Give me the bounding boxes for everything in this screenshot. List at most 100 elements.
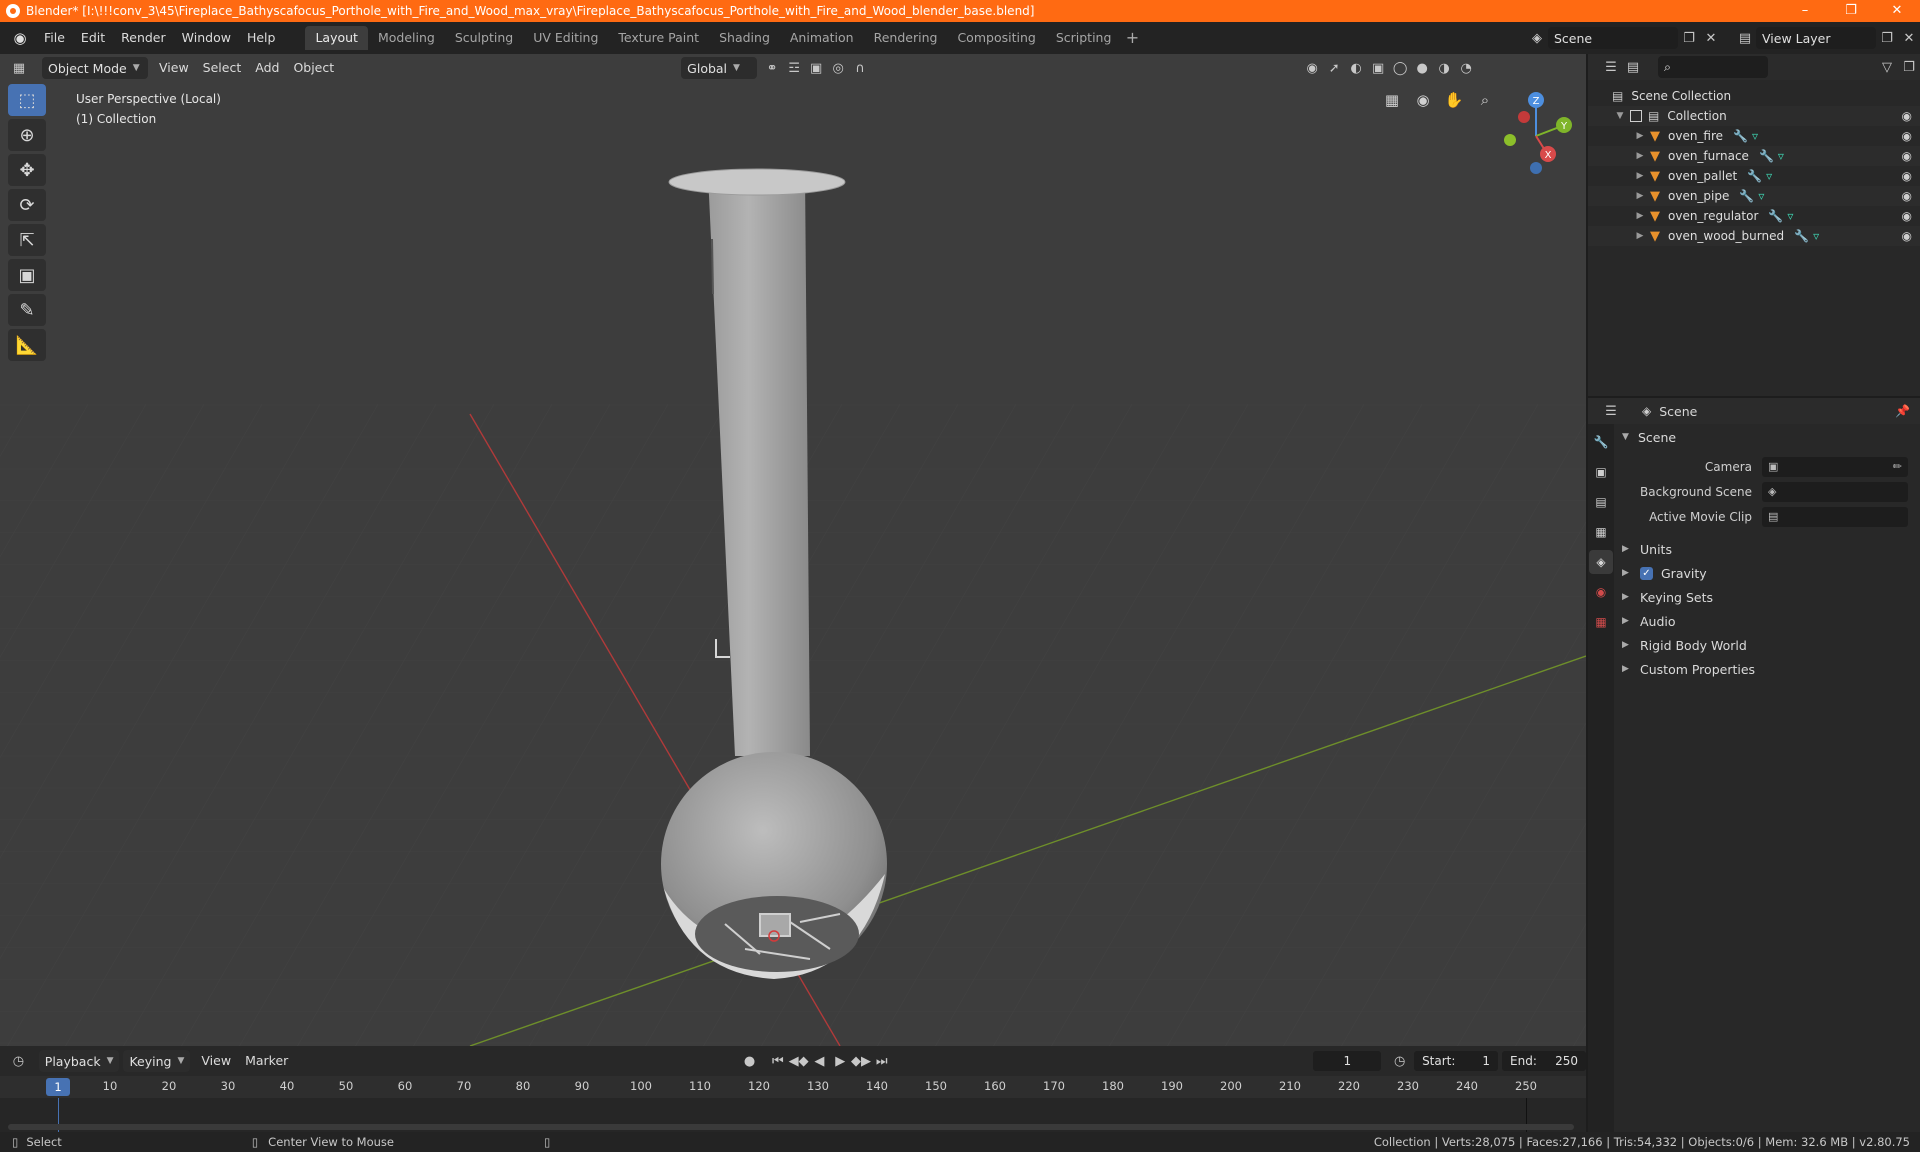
view-layer-field[interactable]: View Layer bbox=[1756, 27, 1876, 49]
rendered-shading-icon[interactable]: ◔ bbox=[1455, 57, 1477, 79]
units-panel-header[interactable]: ▶ Units bbox=[1616, 537, 1920, 561]
xray-icon[interactable]: ▣ bbox=[1367, 57, 1389, 79]
tab-scripting[interactable]: Scripting bbox=[1046, 26, 1122, 50]
eye-icon[interactable]: ◉ bbox=[1902, 169, 1912, 183]
prev-keyframe-icon[interactable]: ◀◆ bbox=[788, 1050, 809, 1072]
material-shading-icon[interactable]: ◑ bbox=[1433, 57, 1455, 79]
tab-modeling[interactable]: Modeling bbox=[368, 26, 445, 50]
output-tab-icon[interactable]: ▤ bbox=[1589, 490, 1613, 514]
eye-icon[interactable]: ◉ bbox=[1902, 129, 1912, 143]
timeline-editor-type-icon[interactable]: ◷ bbox=[8, 1050, 29, 1072]
next-keyframe-icon[interactable]: ◆▶ bbox=[851, 1050, 872, 1072]
grid-view-icon[interactable]: ▦ bbox=[1378, 86, 1406, 114]
properties-editor-type-icon[interactable]: ☰ bbox=[1600, 400, 1622, 422]
eye-icon[interactable]: ◉ bbox=[1902, 189, 1912, 203]
outliner-item[interactable]: ▶ ▼ oven_pallet 🔧 ▿ ◉ bbox=[1588, 166, 1920, 186]
filter-icon[interactable]: ▽ bbox=[1876, 56, 1898, 78]
3d-viewport[interactable]: ▦ Object Mode ▼ View Select Add Object Gl… bbox=[0, 54, 1586, 1046]
wireframe-shading-icon[interactable]: ◯ bbox=[1389, 57, 1411, 79]
jump-start-icon[interactable]: ⏮ bbox=[767, 1050, 788, 1072]
outliner-editor-type-icon[interactable]: ☰ bbox=[1600, 56, 1622, 78]
move-tool-icon[interactable]: ✥ bbox=[8, 154, 46, 186]
world-tab-icon[interactable]: ◉ bbox=[1589, 580, 1613, 604]
measure-tool-icon[interactable]: 📐 bbox=[8, 329, 46, 361]
timeline-menu-marker[interactable]: Marker bbox=[238, 1050, 295, 1072]
expand-arrow-icon[interactable]: ▶ bbox=[1634, 151, 1646, 161]
scene-selector-icon[interactable]: ◈ bbox=[1526, 27, 1548, 49]
start-frame-field[interactable]: Start: 1 bbox=[1414, 1051, 1499, 1071]
mesh-data-icon[interactable]: ▿ bbox=[1778, 149, 1784, 163]
scene-collection-row[interactable]: ▤ Scene Collection bbox=[1588, 86, 1920, 106]
rigid-body-world-panel-header[interactable]: ▶ Rigid Body World bbox=[1616, 633, 1920, 657]
mode-dropdown[interactable]: Object Mode ▼ bbox=[42, 57, 148, 79]
menu-edit[interactable]: Edit bbox=[73, 27, 113, 49]
visibility-icon[interactable]: ◉ bbox=[1301, 57, 1323, 79]
orientation-dropdown[interactable]: Global ▼ bbox=[681, 57, 758, 79]
expand-arrow-icon[interactable]: ▶ bbox=[1634, 211, 1646, 221]
snap-icon[interactable]: ☲ bbox=[783, 57, 805, 79]
display-mode-icon[interactable]: ▤ bbox=[1622, 56, 1644, 78]
expand-arrow-icon[interactable]: ▶ bbox=[1634, 131, 1646, 141]
close-button[interactable]: ✕ bbox=[1874, 0, 1920, 22]
falloff-icon[interactable]: ∩ bbox=[849, 57, 871, 79]
new-collection-icon[interactable]: ❐ bbox=[1898, 56, 1920, 78]
outliner-item[interactable]: ▶ ▼ oven_pipe 🔧 ▿ ◉ bbox=[1588, 186, 1920, 206]
tab-uv-editing[interactable]: UV Editing bbox=[523, 26, 608, 50]
scale-tool-icon[interactable]: ⇱ bbox=[8, 224, 46, 256]
menu-window[interactable]: Window bbox=[174, 27, 239, 49]
audio-panel-header[interactable]: ▶ Audio bbox=[1616, 609, 1920, 633]
keying-dropdown[interactable]: Keying ▼ bbox=[123, 1050, 191, 1072]
pin-icon[interactable]: 📌 bbox=[1895, 404, 1910, 418]
maximize-button[interactable]: ❐ bbox=[1828, 0, 1874, 22]
outliner-item[interactable]: ▶ ▼ oven_furnace 🔧 ▿ ◉ bbox=[1588, 146, 1920, 166]
scene-name-field[interactable]: Scene bbox=[1548, 27, 1678, 49]
background-scene-field[interactable]: ◈ bbox=[1762, 481, 1908, 502]
solid-shading-icon[interactable]: ● bbox=[1411, 57, 1433, 79]
modifier-wrench-icon[interactable]: 🔧 bbox=[1759, 149, 1774, 163]
viewport-menu-add[interactable]: Add bbox=[248, 57, 286, 79]
menu-render[interactable]: Render bbox=[113, 27, 174, 49]
viewport-menu-select[interactable]: Select bbox=[196, 57, 249, 79]
navigation-gizmo[interactable]: Z Y X bbox=[1494, 84, 1584, 184]
eye-icon[interactable]: ◉ bbox=[1902, 149, 1912, 163]
new-view-layer-icon[interactable]: ❐ bbox=[1876, 27, 1898, 49]
play-reverse-icon[interactable]: ◀ bbox=[809, 1050, 830, 1072]
keying-sets-panel-header[interactable]: ▶ Keying Sets bbox=[1616, 585, 1920, 609]
texture-tab-icon[interactable]: ▦ bbox=[1589, 610, 1613, 634]
eye-icon[interactable]: ◉ bbox=[1902, 109, 1912, 123]
cursor-tool-icon[interactable]: ⊕ bbox=[8, 119, 46, 151]
add-workspace-button[interactable]: + bbox=[1121, 27, 1143, 49]
current-frame-field[interactable]: 1 bbox=[1313, 1051, 1382, 1071]
gravity-panel-header[interactable]: ▶ ✓ Gravity bbox=[1616, 561, 1920, 585]
rotate-tool-icon[interactable]: ⟳ bbox=[8, 189, 46, 221]
tool-tab-icon[interactable]: 🔧 bbox=[1589, 430, 1613, 454]
transform-tool-icon[interactable]: ▣ bbox=[8, 259, 46, 291]
viewport-menu-object[interactable]: Object bbox=[286, 57, 341, 79]
record-icon[interactable]: ● bbox=[739, 1050, 760, 1072]
outliner-search-input[interactable]: ⌕ bbox=[1658, 56, 1768, 78]
pan-view-icon[interactable]: ✋ bbox=[1440, 86, 1468, 114]
menu-file[interactable]: File bbox=[36, 27, 73, 49]
blender-menu-icon[interactable]: ◉ bbox=[10, 28, 30, 48]
tab-rendering[interactable]: Rendering bbox=[864, 26, 948, 50]
custom-properties-panel-header[interactable]: ▶ Custom Properties bbox=[1616, 657, 1920, 681]
outliner-item[interactable]: ▶ ▼ oven_wood_burned 🔧 ▿ ◉ bbox=[1588, 226, 1920, 246]
modifier-wrench-icon[interactable]: 🔧 bbox=[1747, 169, 1762, 183]
scene-tab-icon[interactable]: ◈ bbox=[1589, 550, 1613, 574]
view-layer-icon[interactable]: ▤ bbox=[1734, 27, 1756, 49]
render-tab-icon[interactable]: ▣ bbox=[1589, 460, 1613, 484]
timeline-scrollbar[interactable] bbox=[8, 1124, 1574, 1130]
current-frame-indicator[interactable]: 1 bbox=[46, 1078, 70, 1096]
play-icon[interactable]: ▶ bbox=[830, 1050, 851, 1072]
outliner-item[interactable]: ▶ ▼ oven_fire 🔧 ▿ ◉ bbox=[1588, 126, 1920, 146]
outliner-item[interactable]: ▶ ▼ oven_regulator 🔧 ▿ ◉ bbox=[1588, 206, 1920, 226]
gizmo-toggle-icon[interactable]: ➚ bbox=[1323, 57, 1345, 79]
tab-shading[interactable]: Shading bbox=[709, 26, 780, 50]
modifier-wrench-icon[interactable]: 🔧 bbox=[1739, 189, 1754, 203]
expand-arrow-icon[interactable]: ▶ bbox=[1634, 171, 1646, 181]
eye-icon[interactable]: ◉ bbox=[1902, 209, 1912, 223]
eyedropper-icon[interactable]: ✏ bbox=[1893, 460, 1902, 473]
snap-target-icon[interactable]: ▣ bbox=[805, 57, 827, 79]
overlay-icon[interactable]: ◐ bbox=[1345, 57, 1367, 79]
modifier-wrench-icon[interactable]: 🔧 bbox=[1794, 229, 1809, 243]
